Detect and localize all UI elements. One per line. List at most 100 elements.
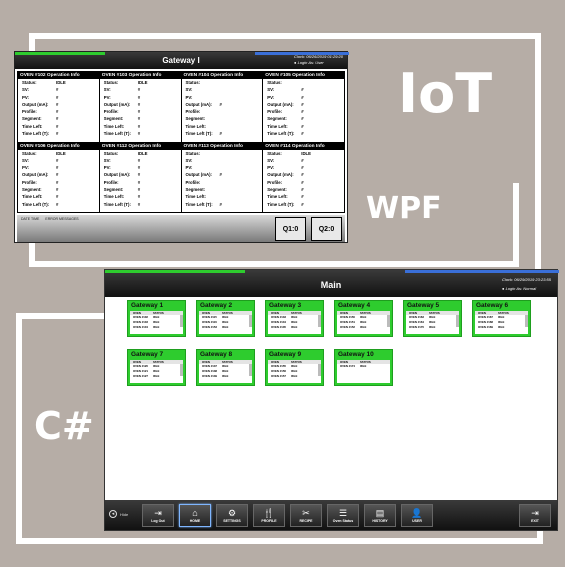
scrollbar[interactable] (318, 315, 321, 327)
hide-toggle[interactable]: ◂ Hide (109, 510, 128, 518)
nav-label: RECIPE (299, 519, 313, 523)
oven-field: Segment: # (22, 116, 59, 122)
oven-field: SV: # (267, 157, 304, 163)
scrollbar[interactable] (249, 315, 252, 327)
nav-button-oven-status[interactable]: ☰ Oven Status (327, 504, 359, 527)
oven-field: Profile: # (103, 179, 141, 185)
gateway-tile[interactable]: Gateway 10 OVEN STATUS OVEN #174 IDLE (334, 349, 393, 386)
gateway-tile[interactable]: Gateway 8 OVEN STATUS OVEN #137 IDLE OVEN #13… (196, 349, 255, 386)
scrollbar[interactable] (525, 315, 528, 327)
q2-button[interactable]: Q2:0 (311, 217, 342, 241)
oven-status-list[interactable]: OVEN STATUS OVEN #155 IDLE OVEN #156 IDLE OVEN… (268, 360, 321, 383)
gear-icon: ⚙ (227, 508, 237, 518)
oven-field: Profile: (185, 109, 201, 115)
oven-card-title: OVEN #102 Operation Info (18, 72, 99, 79)
oven-field: SV: (185, 157, 193, 163)
oven-field: Time Left (T): # (22, 201, 59, 207)
oven-status-list[interactable]: OVEN STATUS OVEN #120 IDLE OVEN #121 IDLE OVEN… (130, 360, 183, 383)
gateway-tile-title: Gateway 7 (131, 351, 164, 358)
oven-status-list[interactable]: OVEN STATUS OVEN #174 IDLE (337, 360, 390, 383)
oven-status-row[interactable]: OVEN #152 IDLE (337, 325, 390, 330)
q1-button[interactable]: Q1:0 (275, 217, 306, 241)
oven-status-list[interactable]: OVEN STATUS OVEN #150 IDLE OVEN #151 IDLE OVEN… (337, 311, 390, 334)
oven-card-title: OVEN #114 Operation Info (263, 142, 344, 150)
gateway-tile[interactable]: Gateway 1 OVEN STATUS OVEN #102 IDLE OVEN #10… (127, 300, 186, 337)
scrollbar[interactable] (318, 364, 321, 376)
profile-icon: 🍴 (263, 508, 275, 518)
oven-status-list[interactable]: OVEN STATUS OVEN #115 IDLE OVEN #116 IDLE OVEN… (199, 311, 252, 334)
gateway-tile-title: Gateway 3 (269, 302, 302, 309)
gateway-tile-title: Gateway 8 (200, 351, 233, 358)
gateway-session-info: Clock: 06/26/2019 01:29:20 ● Login As: U… (294, 54, 343, 65)
nav-label: Log Out (151, 519, 165, 523)
oven-status-row[interactable]: OVEN #170 IDLE (406, 325, 459, 330)
oven-status-list[interactable]: OVEN STATUS OVEN #137 IDLE OVEN #138 IDLE OVEN… (199, 360, 252, 383)
oven-field: PV: # (103, 165, 141, 171)
home-icon: ⌂ (192, 508, 198, 518)
oven-field: Profile: # (267, 109, 304, 115)
oven-field: PV: (185, 165, 193, 171)
scrollbar[interactable] (180, 315, 183, 327)
nav-button-profile[interactable]: 🍴 PROFILE (253, 504, 285, 527)
message-panel: DATE TIME ERROR MESSAGES Q1:0 Q2:0 (17, 215, 345, 242)
gateway-tile-title: Gateway 10 (338, 351, 374, 358)
oven-field: Status: IDLE (103, 80, 148, 85)
user-icon: 👤 (411, 508, 423, 518)
gateway-window: Gateway I Clock: 06/26/2019 01:29:20 ● L… (14, 51, 349, 243)
oven-field: SV: # (103, 87, 141, 93)
scrollbar[interactable] (456, 315, 459, 327)
gateway-tile[interactable]: Gateway 3 OVEN STATUS OVEN #133 IDLE OVEN #13… (265, 300, 324, 337)
gateway-title-bar: Gateway I Clock: 06/26/2019 01:29:20 ● L… (15, 52, 349, 69)
oven-field: Output (mA): # (185, 101, 222, 107)
gateway-tile[interactable]: Gateway 9 OVEN STATUS OVEN #155 IDLE OVEN #15… (265, 349, 324, 386)
oven-field: Time Left (T): # (103, 131, 141, 137)
nav-button-recipe[interactable]: ✂ RECIPE (290, 504, 322, 527)
oven-field: Segment: # (103, 186, 141, 192)
nav-button-user[interactable]: 👤 USER (401, 504, 433, 527)
main-session-info: Clock: 06/29/2019 23:23:55 ● Login As: N… (502, 277, 551, 291)
user-icon: ● (294, 60, 297, 65)
gateway-tile-title: Gateway 6 (476, 302, 509, 309)
oven-field: Time Left (T): # (185, 201, 222, 207)
nav-button-history[interactable]: ▤ HISTORY (364, 504, 396, 527)
gateway-tile[interactable]: Gateway 4 OVEN STATUS OVEN #150 IDLE OVEN #15… (334, 300, 393, 337)
oven-field: SV: # (22, 87, 59, 93)
scrollbar[interactable] (180, 364, 183, 376)
oven-status-row[interactable]: OVEN #174 IDLE (337, 364, 390, 369)
hide-icon: ◂ (109, 510, 117, 518)
nav-button-home[interactable]: ⌂ HOME (179, 504, 211, 527)
oven-status-list[interactable]: OVEN STATUS OVEN #133 IDLE OVEN #134 IDLE OVEN… (268, 311, 321, 334)
nav-button-settings[interactable]: ⚙ SETTINGS (216, 504, 248, 527)
oven-status-list[interactable]: OVEN STATUS OVEN #163 IDLE OVEN #164 IDLE OVEN… (406, 311, 459, 334)
oven-card-title: OVEN #103 Operation Info (99, 72, 181, 79)
nav-button-log-out[interactable]: ⇥ Log Out (142, 504, 174, 527)
nav-label: HISTORY (372, 519, 388, 523)
oven-field: Status: IDLE (103, 150, 148, 156)
oven-field: SV: (185, 87, 193, 93)
oven-status-row[interactable]: OVEN #104 IDLE (130, 325, 183, 330)
oven-status-row[interactable]: OVEN #169 IDLE (475, 325, 528, 330)
nav-label: USER (412, 519, 422, 523)
scrollbar[interactable] (249, 364, 252, 376)
oven-status-list[interactable]: OVEN STATUS OVEN #167 IDLE OVEN #168 IDLE OVEN… (475, 311, 528, 334)
oven-status-row[interactable]: OVEN #135 IDLE (268, 325, 321, 330)
oven-field: Time Left: # (103, 194, 141, 200)
oven-status-list[interactable]: OVEN STATUS OVEN #102 IDLE OVEN #103 IDLE OVEN… (130, 311, 183, 334)
oven-status-row[interactable]: OVEN #139 IDLE (199, 374, 252, 379)
scrollbar[interactable] (387, 315, 390, 327)
exit-button[interactable]: ⇥ EXIT (519, 504, 551, 527)
oven-field: Time Left: # (22, 123, 59, 129)
gateway-tile[interactable]: Gateway 6 OVEN STATUS OVEN #167 IDLE OVEN #16… (472, 300, 531, 337)
user-icon: ● (502, 286, 505, 291)
gateway-tile-title: Gateway 1 (131, 302, 164, 309)
oven-field: SV: # (267, 87, 304, 93)
oven-field: Status: (185, 150, 201, 156)
oven-status-row[interactable]: OVEN #127 IDLE (130, 374, 183, 379)
gateway-tile[interactable]: Gateway 5 OVEN STATUS OVEN #163 IDLE OVEN #16… (403, 300, 462, 337)
oven-status-row[interactable]: OVEN #153 IDLE (199, 325, 252, 330)
gateway-tile[interactable]: Gateway 2 OVEN STATUS OVEN #115 IDLE OVEN #11… (196, 300, 255, 337)
oven-field: Time Left: # (103, 123, 141, 129)
gateway-tile[interactable]: Gateway 7 OVEN STATUS OVEN #120 IDLE OVEN #12… (127, 349, 186, 386)
main-title-bar: Main Clock: 06/29/2019 23:23:55 ● Login … (105, 270, 559, 297)
oven-status-row[interactable]: OVEN #157 IDLE (268, 374, 321, 379)
